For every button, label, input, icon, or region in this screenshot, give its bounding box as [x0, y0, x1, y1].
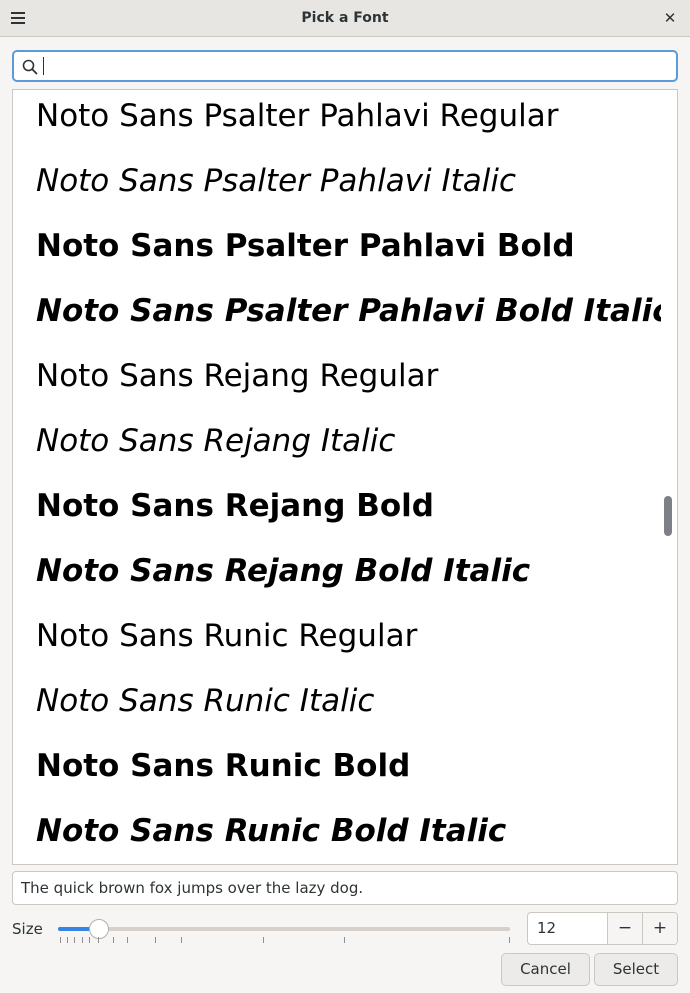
size-spinbutton[interactable]: 12 − +: [527, 912, 678, 945]
title-bar: Pick a Font ✕: [0, 0, 690, 37]
font-list-item[interactable]: Noto Sans Psalter Pahlavi Regular: [13, 90, 663, 149]
preview-text-field[interactable]: The quick brown fox jumps over the lazy …: [12, 871, 678, 905]
font-list-item[interactable]: Noto Sans Rejang Bold: [13, 474, 663, 539]
font-list-item[interactable]: Noto Sans Psalter Pahlavi Bold: [13, 214, 663, 279]
slider-trough: [58, 927, 510, 931]
slider-tick: [60, 937, 61, 943]
slider-tick: [127, 937, 128, 943]
slider-tick: [344, 937, 345, 943]
slider-tick: [181, 937, 182, 943]
decrease-size-button[interactable]: −: [607, 913, 642, 944]
window-title: Pick a Font: [301, 10, 389, 26]
size-value[interactable]: 12: [537, 913, 556, 944]
slider-tick: [263, 937, 264, 943]
slider-tick: [509, 937, 510, 943]
slider-tick: [82, 937, 83, 943]
slider-tick: [74, 937, 75, 943]
font-list-item[interactable]: Noto Sans Runic Bold: [13, 734, 663, 799]
select-button[interactable]: Select: [594, 953, 678, 986]
font-list-item[interactable]: Noto Sans Psalter Pahlavi Italic: [13, 149, 663, 214]
slider-tick: [155, 937, 156, 943]
slider-tick: [98, 937, 99, 943]
slider-tick: [67, 937, 68, 943]
increase-size-button[interactable]: +: [642, 913, 677, 944]
font-list-item[interactable]: Noto Sans Runic Bold Italic: [13, 799, 663, 864]
scrollbar[interactable]: [661, 90, 675, 864]
size-label: Size: [12, 920, 43, 938]
slider-knob[interactable]: [88, 919, 109, 939]
search-input[interactable]: [12, 50, 678, 82]
slider-tick: [113, 937, 114, 943]
scrollbar-slider[interactable]: [664, 496, 672, 536]
font-list-item[interactable]: Noto Sans Rejang Bold Italic: [13, 539, 663, 604]
cancel-button[interactable]: Cancel: [501, 953, 590, 986]
search-icon: [22, 59, 38, 75]
font-list-item[interactable]: Noto Sans Runic Italic: [13, 669, 663, 734]
font-list-item[interactable]: Noto Sans Rejang Regular: [13, 344, 663, 409]
font-list-item[interactable]: Noto Sans Rejang Italic: [13, 409, 663, 474]
font-list[interactable]: Noto Sans Psalter Pahlavi Regular Noto Sa…: [12, 89, 678, 865]
close-icon[interactable]: ✕: [656, 4, 684, 32]
text-cursor: [43, 57, 44, 75]
size-slider[interactable]: [58, 912, 510, 946]
font-list-item[interactable]: Noto Sans Runic Regular: [13, 604, 663, 669]
slider-tick: [89, 937, 90, 943]
font-list-item[interactable]: Noto Sans Psalter Pahlavi Bold Italic: [13, 279, 663, 344]
